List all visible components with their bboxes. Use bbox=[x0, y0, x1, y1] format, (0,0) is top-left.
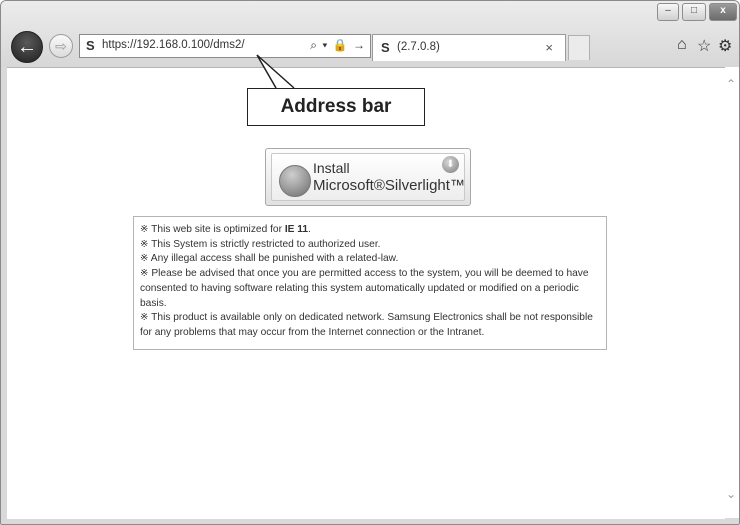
notice-line: ※ This product is available only on dedi… bbox=[140, 312, 593, 338]
silverlight-button-face: Install Microsoft®Silverlight™ ⬇ bbox=[271, 153, 465, 201]
notice-line: ※ This web site is optimized for IE 11. bbox=[140, 223, 600, 238]
notice-box: ※ This web site is optimized for IE 11. … bbox=[133, 216, 607, 350]
notice-line: ※ This System is strictly restricted to … bbox=[140, 238, 381, 250]
silverlight-logo-icon bbox=[279, 165, 311, 197]
silverlight-product-label: Microsoft®Silverlight™ bbox=[313, 177, 465, 194]
address-bar-callout: Address bar bbox=[247, 88, 425, 126]
notice-ie-suffix: . bbox=[308, 224, 311, 235]
notice-ie-version: IE 11 bbox=[284, 224, 309, 235]
notice-ie-prefix: ※ This web site is optimized for bbox=[140, 224, 285, 235]
silverlight-install-label: Install bbox=[313, 160, 350, 176]
notice-line: ※ Any illegal access shall be punished w… bbox=[140, 253, 399, 265]
download-arrow-icon: ⬇ bbox=[442, 156, 459, 173]
install-silverlight-button[interactable]: Install Microsoft®Silverlight™ ⬇ bbox=[265, 148, 471, 206]
notice-line: ※ Please be advised that once you are pe… bbox=[140, 268, 589, 309]
